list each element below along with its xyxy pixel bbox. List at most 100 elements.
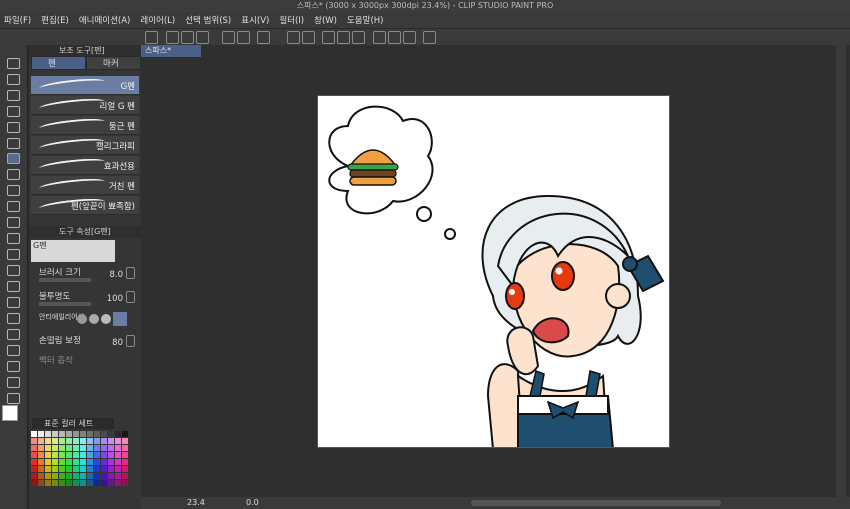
color-swatch[interactable] [31,438,37,444]
color-swatch[interactable] [80,459,86,465]
color-swatch[interactable] [31,459,37,465]
color-swatch[interactable] [31,473,37,479]
frame-border-icon[interactable] [7,329,20,340]
antialias-none-option[interactable] [77,314,87,324]
color-swatch[interactable] [101,438,107,444]
horizontal-scrollbar[interactable] [471,500,721,506]
zoom-value[interactable]: 23.4 [187,498,205,507]
color-swatch[interactable] [101,452,107,458]
menu-help[interactable]: 도움말(H) [347,14,383,26]
color-swatch[interactable] [59,431,65,437]
vector-snap-row[interactable]: 벡터 흡착 [33,353,137,375]
color-swatch[interactable] [80,445,86,451]
rotation-value[interactable]: 0.0 [246,498,259,507]
eraser-icon[interactable] [7,249,20,260]
color-swatch[interactable] [94,473,100,479]
fill-tool-icon[interactable] [7,281,20,292]
pencil-tool-icon[interactable] [7,185,20,196]
deselect-icon[interactable] [322,31,335,44]
color-swatch[interactable] [73,459,79,465]
crop-icon[interactable] [337,31,350,44]
fill-icon[interactable] [287,31,300,44]
color-swatch[interactable] [94,445,100,451]
color-swatch[interactable] [38,445,44,451]
antialias-weak-option[interactable] [89,314,99,324]
color-swatch[interactable] [31,431,37,437]
eyedropper-icon[interactable] [7,169,20,180]
color-swatch[interactable] [45,480,51,486]
color-swatch[interactable] [59,473,65,479]
decoration-icon[interactable] [7,233,20,244]
color-swatch[interactable] [66,480,72,486]
color-swatch[interactable] [59,459,65,465]
brush-item-pointed-pen[interactable]: 펜(앞끝이 뾰족함) [31,196,139,215]
color-swatch[interactable] [122,473,128,479]
transform-icon[interactable] [302,31,315,44]
open-file-icon[interactable] [181,31,194,44]
color-swatch[interactable] [94,466,100,472]
color-set-dropdown[interactable]: 표준 컬러 세트 [32,418,114,429]
color-swatch[interactable] [101,459,107,465]
clip-studio-icon[interactable] [145,31,158,44]
color-swatch[interactable] [73,431,79,437]
antialias-row[interactable]: 안티에일리어싱 [33,311,137,333]
menu-window[interactable]: 창(W) [314,14,337,26]
menu-edit[interactable]: 편집(E) [41,14,69,26]
color-swatch[interactable] [59,438,65,444]
color-swatch[interactable] [108,473,114,479]
color-swatch[interactable] [52,438,58,444]
save-icon[interactable] [196,31,209,44]
menu-filter[interactable]: 필터(I) [279,14,304,26]
brush-item-calligraphy[interactable]: 캘리그라피 [31,136,139,155]
color-swatch[interactable] [73,452,79,458]
color-swatch[interactable] [38,431,44,437]
color-swatch[interactable] [73,480,79,486]
operation-tool-icon[interactable] [7,90,20,101]
color-swatch[interactable] [108,452,114,458]
main-color-swatch[interactable] [2,405,18,421]
color-swatch[interactable] [73,473,79,479]
ruler-icon[interactable] [7,345,20,356]
color-swatch[interactable] [73,466,79,472]
color-swatch[interactable] [80,438,86,444]
color-swatch[interactable] [66,445,72,451]
snap-grid-icon[interactable] [403,31,416,44]
color-swatch[interactable] [87,438,93,444]
color-swatch[interactable] [52,452,58,458]
color-swatch[interactable] [87,431,93,437]
color-swatch[interactable] [101,480,107,486]
balloon-icon[interactable] [7,377,20,388]
color-swatch[interactable] [45,445,51,451]
document-tab[interactable]: 스파스* [141,45,201,57]
menu-animation[interactable]: 애니메이션(A) [79,14,131,26]
stabilization-row[interactable]: 손떨림 보정 80 [33,333,137,355]
color-swatch[interactable] [59,466,65,472]
color-swatch[interactable] [45,452,51,458]
blend-icon[interactable] [7,265,20,276]
brush-tool-icon[interactable] [7,201,20,212]
color-swatch[interactable] [31,445,37,451]
color-swatch[interactable] [38,459,44,465]
color-swatch[interactable] [87,452,93,458]
color-swatch[interactable] [38,473,44,479]
brush-size-value[interactable]: 8.0 [109,270,123,280]
loading-icon[interactable] [257,31,270,44]
color-swatch[interactable] [122,459,128,465]
text-tool-icon[interactable] [7,361,20,372]
color-swatch[interactable] [38,452,44,458]
color-swatch[interactable] [38,438,44,444]
antialias-strong-option[interactable] [113,312,127,326]
color-swatch[interactable] [31,480,37,486]
brush-size-slider[interactable] [39,278,91,282]
tab-pen[interactable]: 펜 [31,56,86,70]
color-swatch[interactable] [59,452,65,458]
menu-file[interactable]: 파일(F) [4,14,31,26]
color-swatch[interactable] [115,459,121,465]
color-swatch[interactable] [59,445,65,451]
brush-item-real-gpen[interactable]: 리얼 G 펜 [31,96,139,115]
color-swatch[interactable] [122,445,128,451]
color-swatch[interactable] [45,466,51,472]
opacity-spinner[interactable] [126,291,135,303]
correct-line-icon[interactable] [7,393,20,404]
menu-layer[interactable]: 레이어(L) [140,14,175,26]
